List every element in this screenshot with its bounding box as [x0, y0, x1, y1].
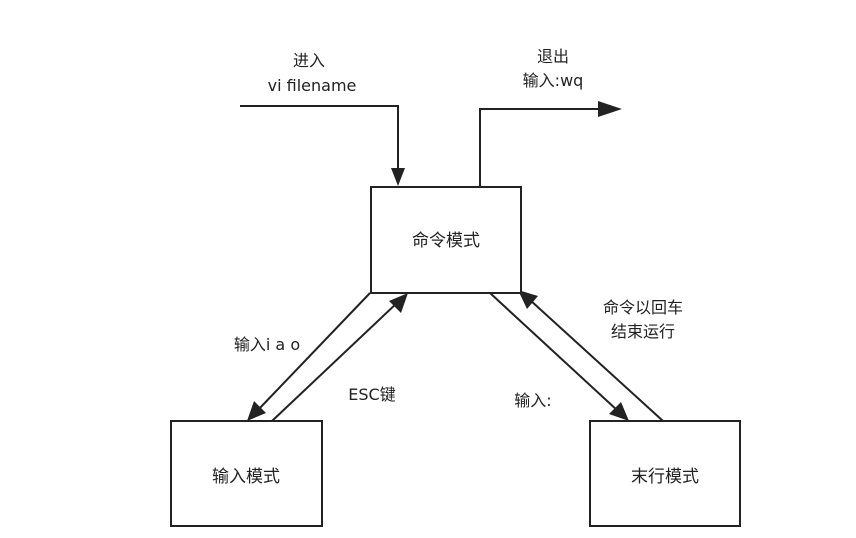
exit-arrowhead [598, 101, 622, 117]
to-command-label-line1: 命令以回车 [603, 298, 683, 317]
command-mode-node: 命令模式 [370, 186, 522, 294]
esc-label: ESC键 [348, 385, 395, 404]
command-to-lastline-line [489, 292, 619, 412]
exit-label-line2: 输入:wq [523, 71, 584, 90]
command-mode-label: 命令模式 [412, 231, 480, 251]
entry-edge [240, 105, 405, 186]
entry-arrowhead [391, 168, 405, 186]
entry-label-line2: vi filename [268, 76, 357, 95]
insert-to-command-arrowhead [389, 293, 408, 313]
entry-label-line1: 进入 [293, 51, 325, 70]
insert-mode-label: 输入模式 [212, 467, 280, 487]
exit-edge [479, 101, 622, 186]
exit-edge-line [479, 108, 604, 186]
to-lastline-label: 输入: [514, 391, 551, 410]
to-insert-label: 输入i a o [234, 335, 300, 354]
to-command-label-line2: 结束运行 [611, 322, 675, 341]
insert-mode-node: 输入模式 [170, 420, 323, 527]
vi-mode-diagram: 进入 vi filename 退出 输入:wq 输入i a o ESC键 输入:… [170, 47, 741, 527]
exit-label-line1: 退出 [537, 47, 569, 66]
lastline-mode-node: 末行模式 [589, 420, 741, 527]
entry-edge-line [240, 105, 399, 172]
lastline-mode-label: 末行模式 [631, 467, 699, 487]
